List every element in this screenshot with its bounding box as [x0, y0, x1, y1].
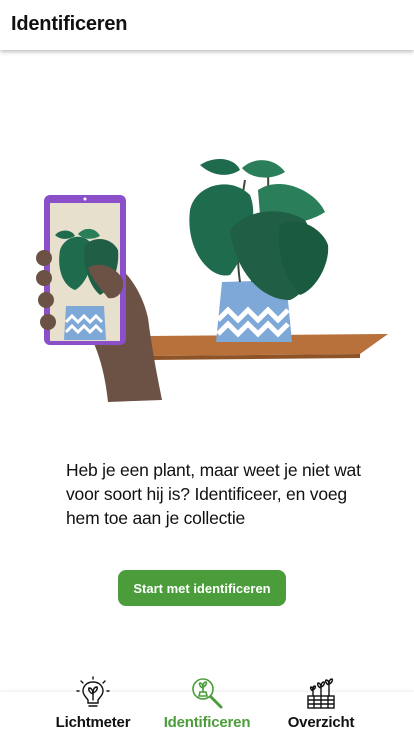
plant-leaves — [189, 158, 329, 300]
page-title: Identificeren — [11, 13, 128, 35]
magnifier-plant-icon — [192, 678, 223, 709]
intro-text: Heb je een plant, maar weet je niet wat … — [66, 460, 361, 528]
app-header: Identificeren — [0, 0, 414, 50]
bottom-nav: Lichtmeter Identificeren Overzicht — [0, 676, 414, 736]
nav-label-overzicht: Overzicht — [287, 714, 355, 731]
nav-label-identificeren: Identificeren — [163, 714, 251, 731]
plants-tray-icon — [307, 678, 335, 709]
nav-item-identificeren[interactable]: Identificeren — [152, 676, 262, 734]
start-identify-button[interactable]: Start met identificeren — [118, 570, 286, 606]
nav-item-overzicht[interactable]: Overzicht — [266, 676, 376, 734]
hand-holding-phone — [36, 195, 162, 402]
lightbulb-plant-icon — [76, 676, 110, 707]
nav-item-lichtmeter[interactable]: Lichtmeter — [38, 676, 148, 734]
nav-label-lichtmeter: Lichtmeter — [55, 714, 131, 731]
plant-identification-illustration — [36, 158, 388, 402]
